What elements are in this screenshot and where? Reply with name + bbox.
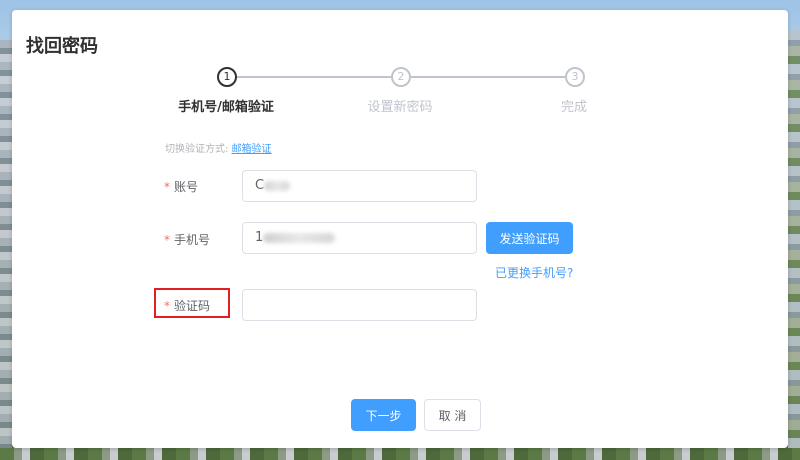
account-input[interactable]: C: [242, 170, 477, 202]
phone-label-text: 手机号: [174, 233, 211, 247]
email-verify-link[interactable]: 邮箱验证: [232, 144, 272, 155]
phone-label: * 手机号: [164, 231, 210, 248]
required-mark: *: [164, 180, 170, 194]
background-left-scenery: [0, 40, 12, 460]
find-password-dialog: 找回密码 1 2 3 手机号/邮箱验证 设置新密码 完成 切换验证方式: 邮箱验…: [12, 10, 788, 448]
send-code-button[interactable]: 发送验证码: [486, 222, 573, 254]
step-3-label: 完成: [560, 100, 588, 115]
next-step-button[interactable]: 下一步: [351, 399, 416, 431]
background-right-scenery: [788, 30, 800, 460]
required-mark: *: [164, 233, 170, 247]
changed-phone-link[interactable]: 已更换手机号?: [495, 264, 573, 281]
verification-code-input[interactable]: [242, 289, 477, 321]
dialog-title: 找回密码: [26, 36, 98, 57]
step-2-label: 设置新密码: [367, 100, 433, 115]
phone-value: 1: [255, 230, 264, 245]
step-1-indicator: 1: [217, 67, 237, 87]
step-connector-1: [236, 76, 391, 78]
step-1-label: 手机号/邮箱验证: [178, 100, 274, 115]
account-value: C: [255, 178, 265, 193]
redacted-blur: [263, 232, 336, 243]
account-label-text: 账号: [174, 180, 199, 194]
switch-method: 切换验证方式: 邮箱验证: [165, 140, 272, 155]
account-label: * 账号: [164, 178, 198, 195]
switch-method-label: 切换验证方式:: [165, 144, 229, 155]
cancel-button[interactable]: 取 消: [424, 399, 481, 431]
background-bottom-scenery: [0, 448, 800, 460]
step-2-indicator: 2: [391, 67, 411, 87]
highlight-box: [154, 288, 230, 318]
step-connector-2: [408, 76, 565, 78]
redacted-blur: [264, 180, 291, 191]
step-3-indicator: 3: [565, 67, 585, 87]
phone-input[interactable]: 1: [242, 222, 477, 254]
